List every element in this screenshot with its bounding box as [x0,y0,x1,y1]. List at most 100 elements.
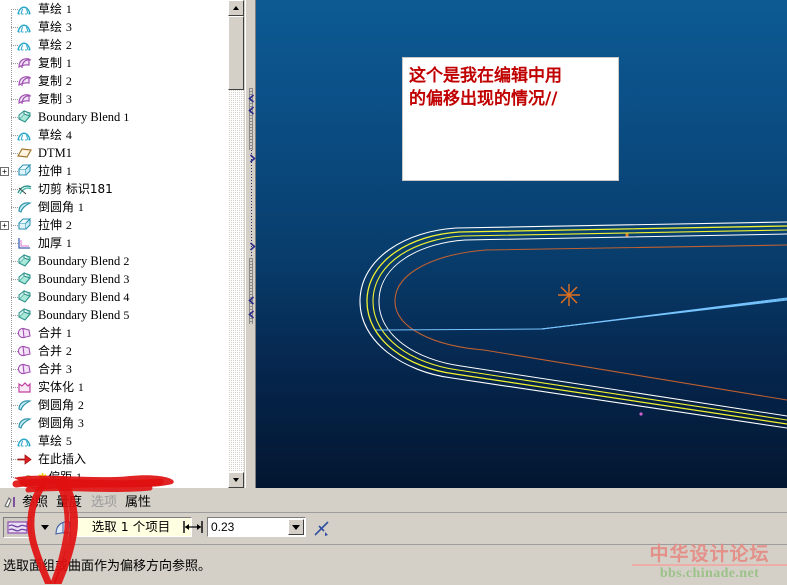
tree-item-label: Boundary Blend 3 [38,272,130,286]
insert-here-icon [17,452,32,466]
tree-item-label: 切剪 标识181 [38,182,113,196]
dashboard-controls-row: 选取 1 个项目 0.23 [0,515,787,541]
pro-engineer-window: 草绘 1 草绘 3 草绘 2 复制 1 复制 2 复制 3 Boundary Blend 1… [0,0,787,585]
tree-item-label: Boundary Blend 4 [38,290,130,304]
tree-item-sketch-icon-2[interactable]: 草绘 2 [0,36,228,54]
tree-item-copy-surface-icon-4[interactable]: 复制 2 [0,72,228,90]
dashboard-menu-icon[interactable] [3,495,18,509]
tree-item-extrude-icon-9[interactable]: + 拉伸 1 [0,162,228,180]
tree-item-label: 拉伸 2 [38,218,72,232]
round-icon [17,398,32,412]
round-icon [17,416,32,430]
tree-item-label: 倒圆角 2 [38,398,84,412]
offset-type-button[interactable] [3,517,33,538]
thicken-icon [17,236,32,250]
watermark-chinese: 中华设计论坛 [649,543,770,565]
panel-splitter[interactable] [245,0,256,488]
collapse-left-icon-2[interactable] [247,106,256,115]
tree-item-label: 合并 2 [38,344,72,358]
tree-item-label: Boundary Blend 1 [38,110,130,124]
tree-item-round-icon-23[interactable]: 倒圆角 3 [0,414,228,432]
boundary-blend-icon [17,290,32,304]
extrude-icon [17,218,32,232]
tree-item-label: 复制 2 [38,74,72,88]
datum-point-marker [558,284,580,306]
surface-reference-button[interactable] [52,517,72,538]
collapse-left-icon-4[interactable] [247,310,256,319]
tree-item-label: 草绘 2 [38,38,72,52]
sketch-icon [17,20,32,34]
scroll-down-button[interactable] [228,472,244,488]
tree-item-offset-icon-26[interactable]: ✱偏距 1 [0,468,228,486]
scroll-up-button[interactable] [228,0,244,16]
tree-item-merge-icon-20[interactable]: 合并 3 [0,360,228,378]
scroll-track[interactable] [228,16,244,472]
tree-item-label: DTM1 [38,146,73,160]
status-message: 选取面组或曲面作为偏移方向参照。 [3,559,212,574]
tree-item-round-icon-11[interactable]: 倒圆角 1 [0,198,228,216]
tree-item-copy-surface-icon-3[interactable]: 复制 1 [0,54,228,72]
tab-reference[interactable]: 参照 [22,494,48,511]
annotation-note-text: 这个是我在编辑中用 的偏移出现的情况// [409,65,614,111]
tree-expander[interactable]: + [0,167,9,176]
tree-item-label: 加厚 1 [38,236,72,250]
tree-item-label: 草绘 1 [38,2,72,16]
sketch-icon [17,128,32,142]
graphics-viewport[interactable]: 这个是我在编辑中用 的偏移出现的情况// [256,0,787,488]
tree-item-thicken-icon-13[interactable]: 加厚 1 [0,234,228,252]
offset-type-dropdown-arrow-icon[interactable] [41,525,49,530]
tab-measure[interactable]: 量度 [56,494,82,511]
tree-item-insert-here-icon-25[interactable]: 在此插入 [0,450,228,468]
tree-item-label: 在此插入 [38,452,87,466]
merge-icon [17,344,32,358]
tree-item-label: 实体化 1 [38,380,84,394]
boundary-blend-icon [17,308,32,322]
tree-item-boundary-blend-icon-16[interactable]: Boundary Blend 4 [0,288,228,306]
model-tree-list[interactable]: 草绘 1 草绘 3 草绘 2 复制 1 复制 2 复制 3 Boundary Blend 1… [0,0,228,486]
tree-item-sketch-icon-0[interactable]: 草绘 1 [0,0,228,18]
sketch-icon [17,2,32,16]
offset-value-dropdown-button[interactable] [288,519,304,535]
tree-item-label: 拉伸 1 [38,164,72,178]
round-icon [17,200,32,214]
tree-item-solidify-icon-21[interactable]: 实体化 1 [0,378,228,396]
tree-item-sketch-icon-1[interactable]: 草绘 3 [0,18,228,36]
offset-value-combo[interactable]: 0.23 [207,517,306,537]
tree-item-boundary-blend-icon-17[interactable]: Boundary Blend 5 [0,306,228,324]
tree-item-boundary-blend-icon-15[interactable]: Boundary Blend 3 [0,270,228,288]
copy-surface-icon [17,74,32,88]
selection-collector-field[interactable]: 选取 1 个项目 [70,517,192,537]
boundary-blend-icon [17,272,32,286]
datum-plane-icon [17,146,32,160]
extrude-icon [17,164,32,178]
boundary-blend-icon [17,110,32,124]
tree-item-copy-surface-icon-5[interactable]: 复制 3 [0,90,228,108]
tree-item-trim-icon-10[interactable]: 切剪 标识181 [0,180,228,198]
tree-item-sketch-icon-7[interactable]: 草绘 4 [0,126,228,144]
tree-expander[interactable]: + [0,221,9,230]
watermark-url: bbs.chinade.net [659,566,760,581]
tree-item-merge-icon-19[interactable]: 合并 2 [0,342,228,360]
tree-item-boundary-blend-icon-6[interactable]: Boundary Blend 1 [0,108,228,126]
collapse-left-icon-3[interactable] [247,296,256,305]
flip-direction-button[interactable] [310,517,332,538]
modified-star-icon: ✱ [38,471,48,484]
note-line-2: 的偏移出现的情况// [409,89,558,109]
sketch-icon [17,38,32,52]
tree-item-datum-plane-icon-8[interactable]: DTM1 [0,144,228,162]
tree-item-round-icon-22[interactable]: 倒圆角 2 [0,396,228,414]
tree-item-label: 倒圆角 1 [38,200,84,214]
scroll-up-arrow-icon [233,6,239,10]
dashboard-tab-bar: 参照 量度 选项 属性 [0,492,787,513]
offset-value-text[interactable]: 0.23 [211,519,234,535]
tab-options: 选项 [91,495,118,510]
tree-item-boundary-blend-icon-14[interactable]: Boundary Blend 2 [0,252,228,270]
tab-properties[interactable]: 属性 [125,494,151,511]
scroll-thumb[interactable] [228,16,244,90]
tree-vertical-scrollbar[interactable] [227,0,245,488]
tree-item-merge-icon-18[interactable]: 合并 1 [0,324,228,342]
copy-surface-icon [17,56,32,70]
collapse-left-icon-1[interactable] [247,94,256,103]
tree-item-sketch-icon-24[interactable]: 草绘 5 [0,432,228,450]
tree-item-extrude-icon-12[interactable]: + 拉伸 2 [0,216,228,234]
